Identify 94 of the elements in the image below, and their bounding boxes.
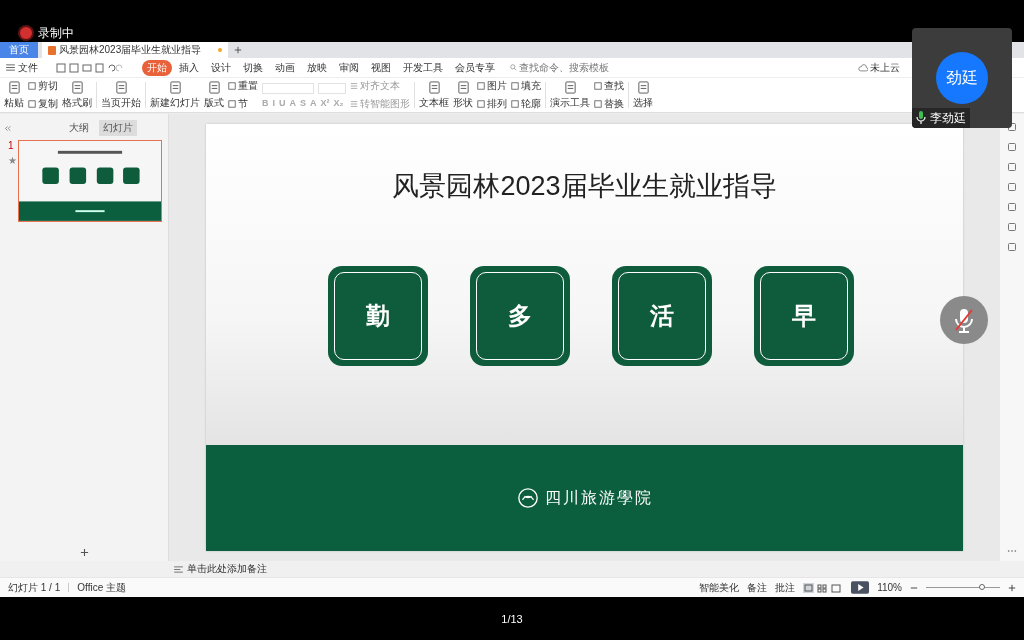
toolbar-button[interactable]: 版式: [204, 80, 224, 110]
slide-thumbnail[interactable]: [18, 140, 162, 222]
emblem-icon: [516, 487, 539, 509]
ribbon-tab[interactable]: 放映: [302, 59, 332, 76]
ribbon-tab[interactable]: 审阅: [334, 59, 364, 76]
toolbar-button[interactable]: 粘贴: [4, 80, 24, 110]
notes-button[interactable]: 备注: [747, 580, 768, 595]
toolbar-button[interactable]: 排列: [477, 97, 507, 111]
slide-number: 1: [8, 140, 14, 151]
toolbar-button[interactable]: 新建幻灯片: [150, 80, 200, 110]
cloud-icon: [858, 63, 868, 72]
tab-title: 风景园林2023届毕业生就业指导: [59, 43, 202, 57]
command-search-field[interactable]: 查找命令、搜索模板: [510, 62, 619, 73]
notes-placeholder[interactable]: 单击此处添加备注: [187, 562, 267, 576]
lines-icon: [350, 100, 358, 108]
notes-icon: [174, 565, 183, 573]
square-icon: [594, 100, 602, 108]
panel-tab[interactable]: 幻灯片: [99, 120, 137, 136]
ribbon-tab[interactable]: 切换: [238, 59, 268, 76]
toolbar-button[interactable]: 节: [228, 97, 258, 111]
view-mode-icons[interactable]: [803, 582, 844, 593]
panel-tab[interactable]: 大纲: [65, 120, 93, 136]
page-counter: 1/13: [501, 612, 523, 625]
toolbar-button[interactable]: 形状: [453, 80, 473, 110]
slide-count: 幻灯片 1 / 1: [8, 580, 61, 595]
toolbar-button[interactable]: 演示工具: [550, 80, 590, 110]
square-icon: [477, 82, 485, 90]
ribbon-tab[interactable]: 插入: [174, 59, 204, 76]
toolbar-button[interactable]: 重置: [228, 79, 258, 93]
toolbar-button[interactable]: 轮廓: [511, 97, 541, 111]
theme-name: Office 主题: [77, 580, 126, 595]
square-icon: [228, 82, 236, 90]
add-slide-icon[interactable]: [79, 548, 89, 557]
file-menu[interactable]: 文件: [6, 60, 38, 75]
slide-title: 风景园林2023届毕业生就业指导: [392, 170, 777, 203]
toolbar-button[interactable]: 填充: [511, 79, 541, 93]
cloud-status[interactable]: 未上云: [858, 60, 900, 75]
document-icon: [427, 80, 441, 94]
new-tab-icon[interactable]: [234, 46, 242, 54]
document-icon: [70, 80, 84, 94]
square-icon: [28, 82, 36, 90]
document-icon: [563, 80, 577, 94]
square-icon: [511, 100, 519, 108]
document-tab[interactable]: 风景园林2023届毕业生就业指导: [42, 42, 228, 58]
keyword-card: 勤: [327, 266, 428, 366]
toolbar-button[interactable]: 选择: [633, 80, 653, 110]
school-name: 四川旅游學院: [544, 487, 653, 508]
unsaved-dot-icon: [218, 48, 222, 52]
square-icon: [28, 100, 36, 108]
ribbon-tab[interactable]: 视图: [366, 59, 396, 76]
menu-icon[interactable]: [6, 64, 15, 71]
participant-label: 李劲廷: [912, 108, 970, 128]
star-mark: ★: [8, 155, 14, 166]
microphone-icon: [916, 111, 926, 125]
search-icon: [510, 64, 517, 71]
beautify-button[interactable]: 智能美化: [699, 580, 740, 595]
document-icon: [456, 80, 470, 94]
document-icon: [207, 80, 221, 94]
presentation-icon: [48, 45, 56, 55]
toolbar-button[interactable]: 复制: [28, 97, 58, 111]
play-button[interactable]: [851, 581, 870, 594]
record-icon: [20, 27, 32, 39]
document-icon: [7, 80, 21, 94]
more-icon[interactable]: [1007, 549, 1017, 553]
toolbar-button[interactable]: 查找: [594, 79, 624, 93]
document-icon: [636, 80, 650, 94]
toolbar-button[interactable]: 文本框: [419, 80, 449, 110]
document-icon: [168, 80, 182, 94]
lines-icon: [350, 82, 358, 90]
toolbar-button[interactable]: 当页开始: [101, 80, 141, 110]
toolbar-button[interactable]: 格式刷: [62, 80, 92, 110]
recording-label: 录制中: [38, 26, 74, 40]
avatar: 劲廷: [936, 52, 988, 104]
keyword-card: 活: [611, 266, 712, 366]
collapse-icon[interactable]: [4, 124, 11, 132]
keyword-card: 多: [469, 266, 570, 366]
square-icon: [477, 100, 485, 108]
ribbon-tab[interactable]: 会员专享: [450, 59, 500, 76]
home-tab[interactable]: 首页: [0, 42, 38, 58]
mic-muted-button[interactable]: [940, 296, 988, 344]
ribbon-tab[interactable]: 开发工具: [398, 59, 448, 76]
toolbar-button[interactable]: 图片: [477, 79, 507, 93]
square-icon: [594, 82, 602, 90]
keyword-card: 早: [753, 266, 854, 366]
square-icon: [228, 100, 236, 108]
zoom-level[interactable]: 110%: [877, 582, 902, 593]
square-icon: [511, 82, 519, 90]
document-icon: [114, 80, 128, 94]
zoom-in-icon[interactable]: [1008, 583, 1016, 592]
toolbar-button[interactable]: 替换: [594, 97, 624, 111]
ribbon-tab[interactable]: 动画: [270, 59, 300, 76]
ribbon-tab[interactable]: 设计: [206, 59, 236, 76]
toolbar-button[interactable]: 剪切: [28, 79, 58, 93]
comments-button[interactable]: 批注: [775, 580, 796, 595]
